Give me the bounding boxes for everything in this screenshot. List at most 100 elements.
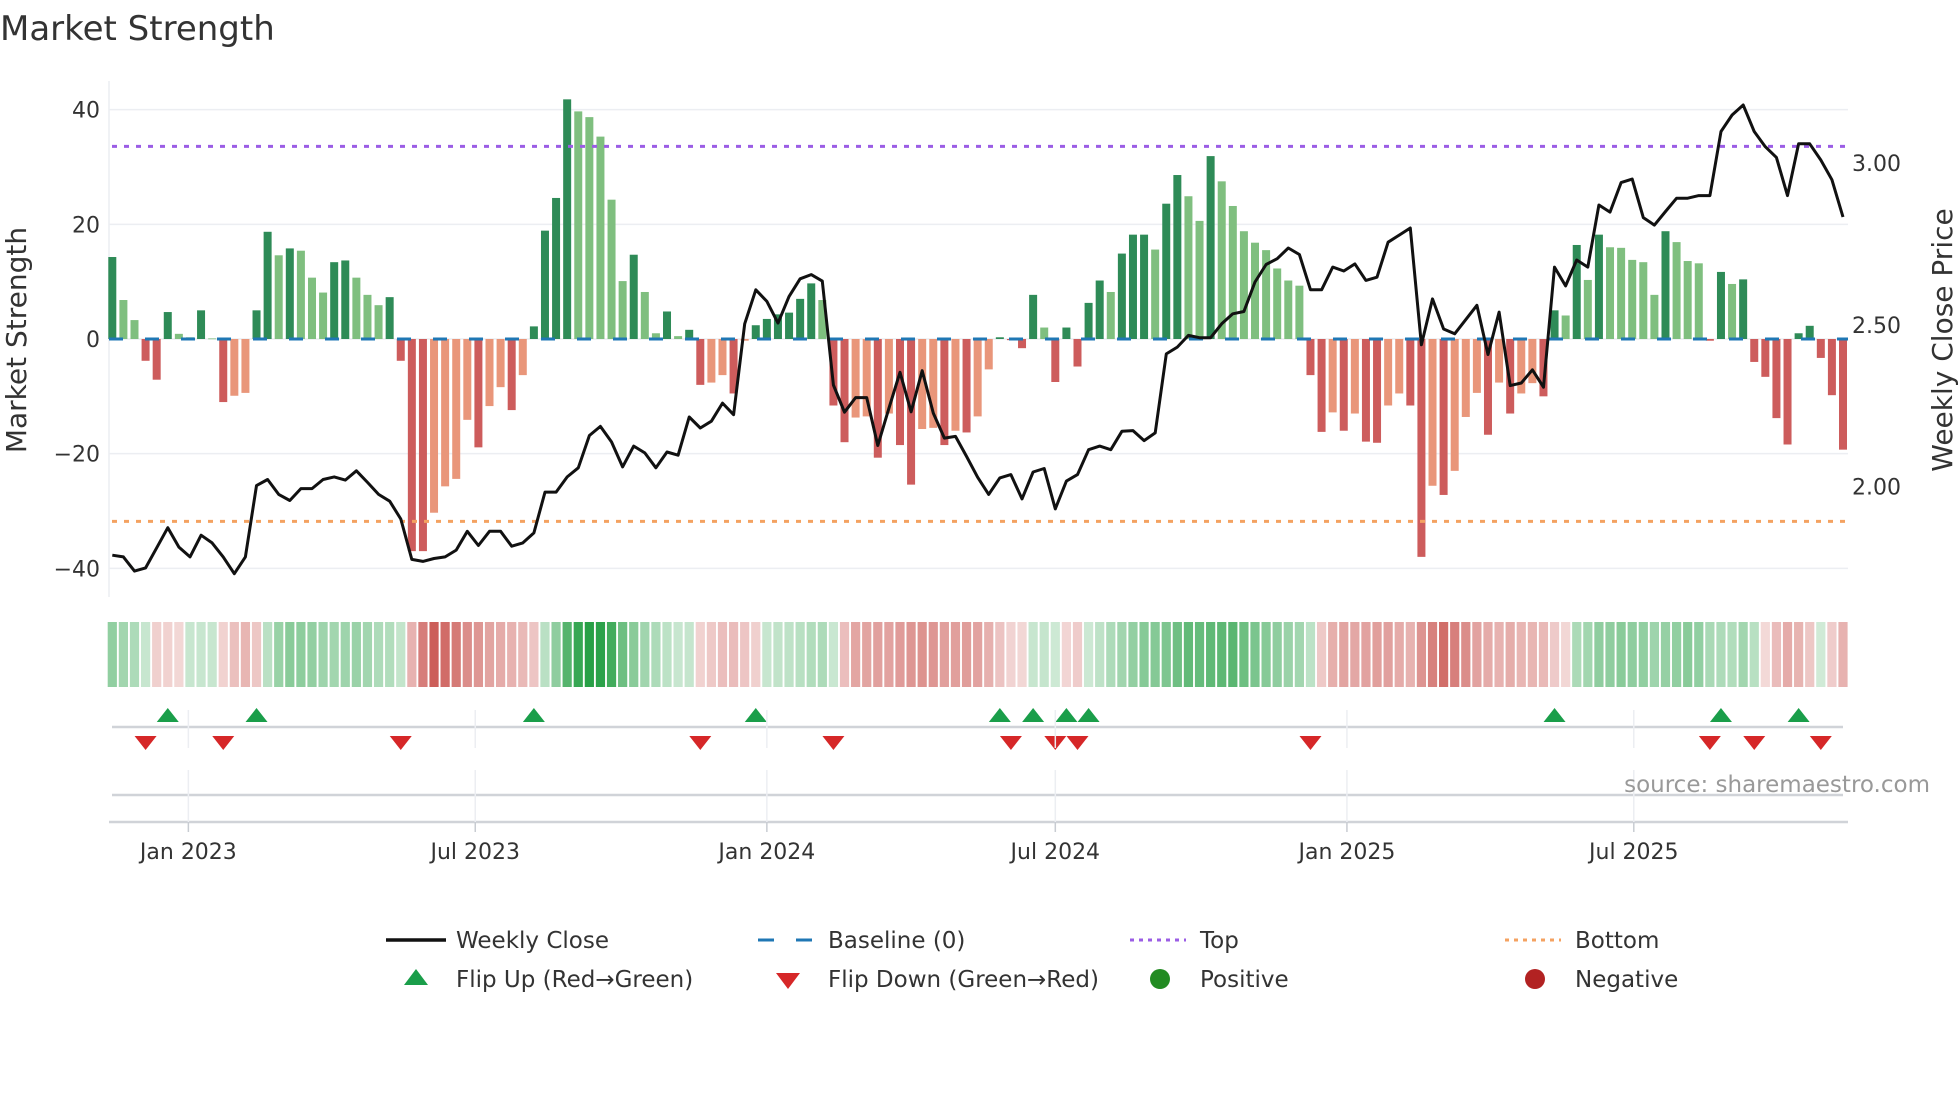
flip-up-marker [156, 708, 179, 722]
heat-cell [1439, 622, 1449, 687]
heat-cell [1228, 622, 1238, 687]
strength-bar [995, 337, 1004, 339]
strength-bar [796, 298, 805, 339]
legend-label: Flip Down (Green→Red) [828, 967, 1099, 993]
heat-cell [1083, 622, 1094, 687]
heat-cell [1561, 622, 1571, 687]
strength-bar [141, 339, 150, 361]
heat-cell [828, 622, 839, 687]
flip-up-marker [1022, 708, 1045, 722]
strength-bar [307, 277, 316, 339]
strength-bar [1439, 339, 1448, 495]
heat-cell [1372, 622, 1382, 687]
heat-cell [551, 622, 561, 687]
heat-cell [1494, 622, 1504, 687]
strength-bar [119, 300, 128, 339]
strength-bar [197, 310, 206, 339]
y-tick-label: −40 [54, 557, 100, 582]
flip-down-marker [212, 736, 235, 750]
heat-cell [773, 622, 783, 687]
heat-cell [1339, 622, 1349, 687]
heat-cell [851, 622, 861, 687]
strength-bar [1373, 339, 1382, 443]
strength-bar [585, 117, 594, 340]
flip-down-marker [1743, 736, 1766, 750]
y-tick-label: 0 [86, 328, 100, 353]
strength-bar [1772, 339, 1781, 419]
strength-bar [1106, 291, 1115, 339]
heat-cell [462, 622, 472, 687]
heat-cell [839, 622, 850, 687]
strength-bar [1583, 279, 1592, 339]
heat-cell [1128, 622, 1138, 687]
flip-down-marker [689, 736, 712, 750]
heat-cell [251, 622, 262, 687]
strength-bar [1683, 261, 1692, 339]
heat-cell [984, 622, 994, 687]
strength-bar [152, 339, 161, 380]
legend-item-top: Top [1130, 928, 1239, 954]
strength-bar [552, 197, 561, 339]
heat-cell [240, 622, 251, 687]
strength-bar [1173, 175, 1182, 339]
flip-up-marker [1077, 708, 1100, 722]
heat-cell [1427, 622, 1438, 687]
strength-bar [663, 311, 672, 339]
heat-cell [1838, 622, 1848, 687]
heat-cell [1705, 622, 1715, 687]
heat-cell [939, 622, 949, 687]
strength-bar [1217, 181, 1226, 339]
heat-cell [1694, 622, 1704, 687]
heat-cell [1394, 622, 1404, 687]
strength-bar [296, 250, 305, 339]
flip-down-marker [1066, 736, 1089, 750]
heat-cell [307, 622, 317, 687]
strength-bar [1428, 339, 1437, 486]
strength-bar [1639, 262, 1648, 339]
triangle-down-icon [776, 973, 800, 989]
heat-cell [950, 622, 961, 687]
heat-cell [1794, 622, 1804, 687]
heat-cell [1527, 622, 1537, 687]
strength-bar [1151, 249, 1160, 339]
strength-bar [285, 248, 294, 339]
flip-up-marker [988, 708, 1011, 722]
heat-cell [906, 622, 916, 687]
strength-bar [130, 320, 139, 339]
flip-up-marker [1055, 708, 1078, 722]
strength-bar [1628, 259, 1637, 339]
strength-bar [1750, 339, 1759, 362]
heat-cell [1139, 622, 1149, 687]
strength-bar [1594, 234, 1603, 339]
strength-bar [463, 339, 472, 420]
strength-bar [385, 297, 394, 339]
strength-bar [707, 339, 716, 383]
heat-cell [373, 622, 384, 687]
heat-cell [1549, 622, 1560, 687]
strength-bar [607, 199, 616, 339]
strength-bar [430, 339, 439, 513]
heat-cell [385, 622, 395, 687]
strength-bar [418, 339, 427, 552]
heat-cell [1172, 622, 1182, 687]
heat-cell [274, 622, 284, 687]
heat-cell [285, 622, 295, 687]
x-tick-label: Jul 2024 [1009, 840, 1101, 865]
strength-bar [785, 312, 794, 339]
heat-cell [518, 622, 528, 687]
strength-bar [851, 339, 860, 418]
heat-cell [1261, 622, 1271, 687]
strength-bar [895, 339, 904, 446]
strength-bar [496, 339, 505, 388]
legend-item-positive: Positive [1150, 967, 1289, 993]
heat-cell [1405, 622, 1415, 687]
heat-cell [1472, 622, 1482, 687]
x-axis: Jan 2023 Jul 2023 Jan 2024 Jul 2024 Jan 2025… [109, 710, 1848, 865]
strength-bar [1062, 327, 1071, 339]
y-axis-title: Market Strength [0, 227, 33, 453]
strength-bar [1361, 339, 1370, 442]
heat-cell [140, 622, 151, 687]
strength-bar [1084, 302, 1093, 339]
legend-label: Bottom [1575, 928, 1659, 954]
strength-bar [1650, 294, 1659, 339]
